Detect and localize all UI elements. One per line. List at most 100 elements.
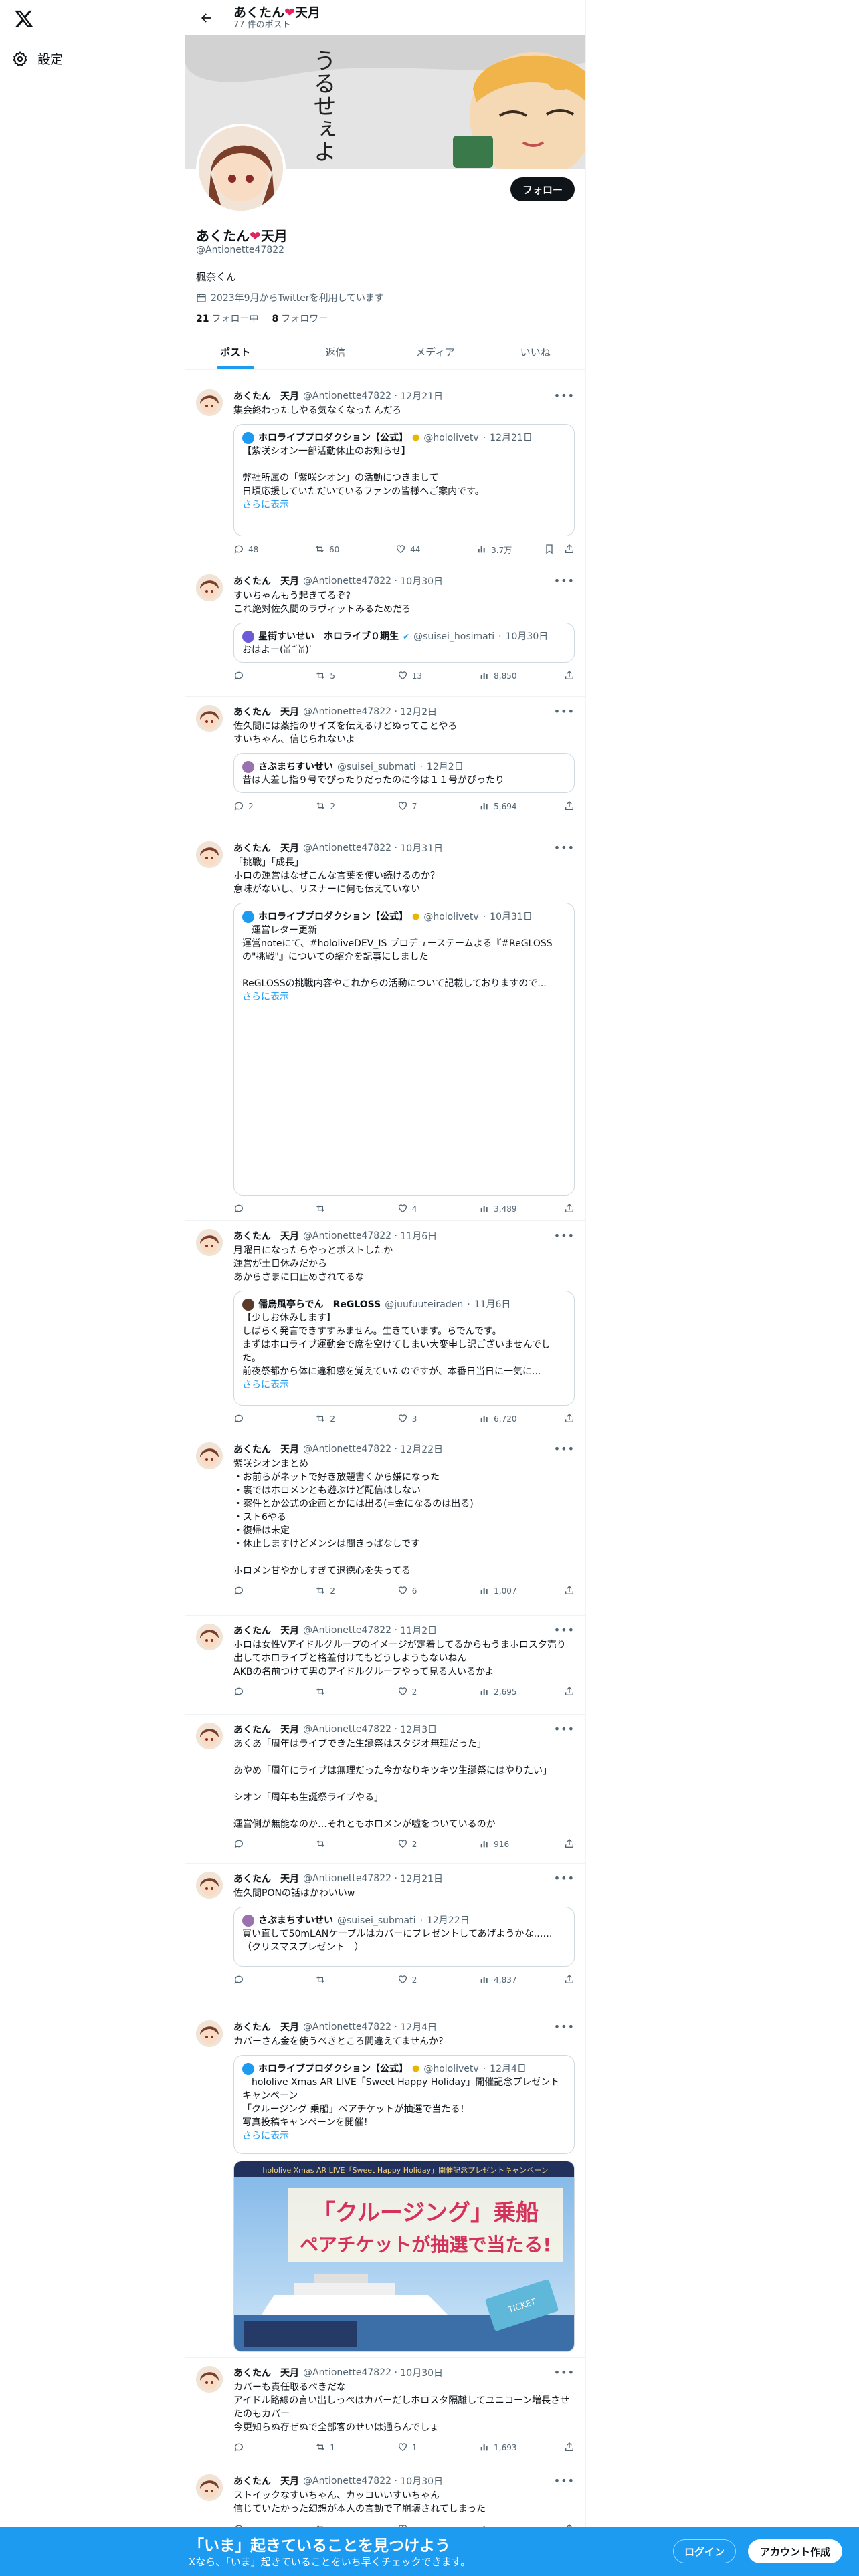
repost-button[interactable]: 1 <box>315 2442 397 2454</box>
tweet-author[interactable]: あくたん 天月 <box>233 1872 299 1885</box>
reply-button[interactable] <box>233 1585 315 1598</box>
quoted-tweet[interactable]: 星街すいせい ホロライブ０期生 ✔ @suisei_hosimati · 10月30日お… <box>233 623 575 663</box>
views-button[interactable]: 3,489 <box>479 1203 547 1216</box>
tweet-author[interactable]: あくたん 天月 <box>233 2474 299 2488</box>
tweet[interactable]: あくたん 天月 @Antionette47822 · 10月31日 ••• 「挑戦」「… <box>185 833 585 1221</box>
reply-button[interactable] <box>233 1203 315 1216</box>
like-button[interactable]: 2 <box>397 1686 479 1699</box>
tweet-author[interactable]: あくたん 天月 <box>233 705 299 718</box>
tweet[interactable]: あくたん 天月 @Antionette47822 · 11月6日 ••• 月曜日になっ… <box>185 1221 585 1434</box>
repost-button[interactable] <box>315 1686 397 1699</box>
share-icon[interactable] <box>564 544 575 556</box>
share-icon[interactable] <box>564 1838 575 1851</box>
tweet-handle[interactable]: @Antionette47822 <box>303 1873 391 1884</box>
share-icon[interactable] <box>564 1203 575 1216</box>
repost-button[interactable] <box>315 1838 397 1851</box>
like-button[interactable]: 4 <box>397 1203 479 1216</box>
followers-link[interactable]: 8 フォロワー <box>272 312 328 325</box>
quoted-tweet[interactable]: 儒烏風亭らでん ReGLOSS @juufuuteiraden · 11月6日 【少しお… <box>233 1291 575 1406</box>
x-logo-icon[interactable] <box>11 5 37 32</box>
following-link[interactable]: 21 フォロー中 <box>196 312 258 325</box>
tweet-avatar[interactable] <box>196 1723 223 1749</box>
quoted-tweet[interactable]: さぶまちすいせい @suisei_submati · 12月2日 昔は人差し指９号でぴっ… <box>233 753 575 793</box>
show-more-link[interactable]: さらに表示 <box>242 990 566 1004</box>
quoted-tweet[interactable]: ホロライブプロダクション【公式】 ● @hololivetv · 12月21日 【紫咲シオ… <box>233 424 575 536</box>
like-button[interactable]: 7 <box>397 800 479 813</box>
tweet-avatar[interactable] <box>196 705 223 732</box>
repost-button[interactable] <box>315 1203 397 1216</box>
settings-link[interactable]: 設定 <box>12 49 63 68</box>
follow-button[interactable]: フォロー <box>510 177 575 201</box>
share-icon[interactable] <box>564 2442 575 2454</box>
views-button[interactable]: 3.7万 <box>476 544 544 556</box>
reply-button[interactable] <box>233 2442 315 2454</box>
more-options-icon[interactable]: ••• <box>554 1624 575 1636</box>
views-button[interactable]: 5,694 <box>479 800 547 813</box>
tweet-date[interactable]: 10月30日 <box>400 2474 443 2488</box>
share-icon[interactable] <box>564 1413 575 1426</box>
tweet-author[interactable]: あくたん 天月 <box>233 574 299 588</box>
views-button[interactable]: 8,850 <box>479 670 547 683</box>
tab-media[interactable]: メディア <box>385 334 486 369</box>
tweet[interactable]: あくたん 天月 @Antionette47822 · 12月22日 ••• 紫咲シオン… <box>185 1434 585 1616</box>
tweet-handle[interactable]: @Antionette47822 <box>303 843 391 853</box>
repost-button[interactable]: 2 <box>315 1585 397 1598</box>
login-button[interactable]: ログイン <box>673 2539 737 2563</box>
tab-posts[interactable]: ポスト <box>185 334 286 369</box>
more-options-icon[interactable]: ••• <box>554 1872 575 1885</box>
tweet-handle[interactable]: @Antionette47822 <box>303 1724 391 1735</box>
share-icon[interactable] <box>564 800 575 813</box>
tweet-handle[interactable]: @Antionette47822 <box>303 1625 391 1636</box>
tweet-date[interactable]: 12月21日 <box>400 389 443 403</box>
views-button[interactable]: 916 <box>479 1838 547 1851</box>
reply-button[interactable] <box>233 1686 315 1699</box>
more-options-icon[interactable]: ••• <box>554 2474 575 2487</box>
reply-button[interactable] <box>233 1974 315 1987</box>
more-options-icon[interactable]: ••• <box>554 2020 575 2033</box>
tweet-date[interactable]: 12月2日 <box>400 705 437 718</box>
promo-image[interactable]: hololive Xmas AR LIVE「Sweet Happy Holida… <box>233 2161 575 2352</box>
tweet[interactable]: あくたん 天月 @Antionette47822 · 12月3日 ••• あくあ「周年… <box>185 1715 585 1864</box>
reply-button[interactable] <box>233 1838 315 1851</box>
tweet-avatar[interactable] <box>196 574 223 601</box>
reply-button[interactable]: 2 <box>233 800 315 813</box>
tweet-handle[interactable]: @Antionette47822 <box>303 391 391 401</box>
tweet-author[interactable]: あくたん 天月 <box>233 841 299 855</box>
more-options-icon[interactable]: ••• <box>554 841 575 854</box>
repost-button[interactable] <box>315 1974 397 1987</box>
show-more-link[interactable]: さらに表示 <box>242 2129 566 2143</box>
more-options-icon[interactable]: ••• <box>554 1723 575 1735</box>
tweet[interactable]: あくたん 天月 @Antionette47822 · 12月4日 ••• カバーさん金… <box>185 2012 585 2358</box>
reply-button[interactable]: 48 <box>233 544 314 556</box>
more-options-icon[interactable]: ••• <box>554 574 575 587</box>
like-button[interactable]: 44 <box>395 544 476 556</box>
tweet-author[interactable]: あくたん 天月 <box>233 389 299 403</box>
tweet-date[interactable]: 12月22日 <box>400 1442 443 1456</box>
bookmark-icon[interactable] <box>544 544 555 556</box>
tweet[interactable]: あくたん 天月 @Antionette47822 · 12月21日 ••• 佐久間PO… <box>185 1864 585 2012</box>
signup-button[interactable]: アカウント作成 <box>748 2539 843 2563</box>
tweet-date[interactable]: 12月21日 <box>400 1872 443 1885</box>
show-more-link[interactable]: さらに表示 <box>242 1378 566 1392</box>
like-button[interactable]: 3 <box>397 1413 479 1426</box>
share-icon[interactable] <box>564 1974 575 1987</box>
views-button[interactable]: 2,695 <box>479 1686 547 1699</box>
tweet[interactable]: あくたん 天月 @Antionette47822 · 10月30日 ••• すいちゃん… <box>185 566 585 697</box>
like-button[interactable]: 2 <box>397 1974 479 1987</box>
quoted-tweet[interactable]: ホロライブプロダクション【公式】 ● @hololivetv · 12月4日 holol… <box>233 2055 575 2154</box>
tweet-author[interactable]: あくたん 天月 <box>233 1229 299 1243</box>
views-button[interactable]: 1,693 <box>479 2442 547 2454</box>
tweet-author[interactable]: あくたん 天月 <box>233 1723 299 1736</box>
tweet-avatar[interactable] <box>196 1442 223 1469</box>
repost-button[interactable]: 60 <box>314 544 395 556</box>
tab-replies[interactable]: 返信 <box>286 334 386 369</box>
more-options-icon[interactable]: ••• <box>554 1229 575 1242</box>
like-button[interactable]: 6 <box>397 1585 479 1598</box>
tweet-avatar[interactable] <box>196 389 223 416</box>
tweet-avatar[interactable] <box>196 1624 223 1650</box>
tweet-date[interactable]: 10月30日 <box>400 2366 443 2379</box>
tweet[interactable]: あくたん 天月 @Antionette47822 · 10月30日 ••• カバーも責… <box>185 2358 585 2466</box>
tweet-handle[interactable]: @Antionette47822 <box>303 1444 391 1455</box>
tweet-author[interactable]: あくたん 天月 <box>233 2366 299 2379</box>
tweet-handle[interactable]: @Antionette47822 <box>303 706 391 717</box>
